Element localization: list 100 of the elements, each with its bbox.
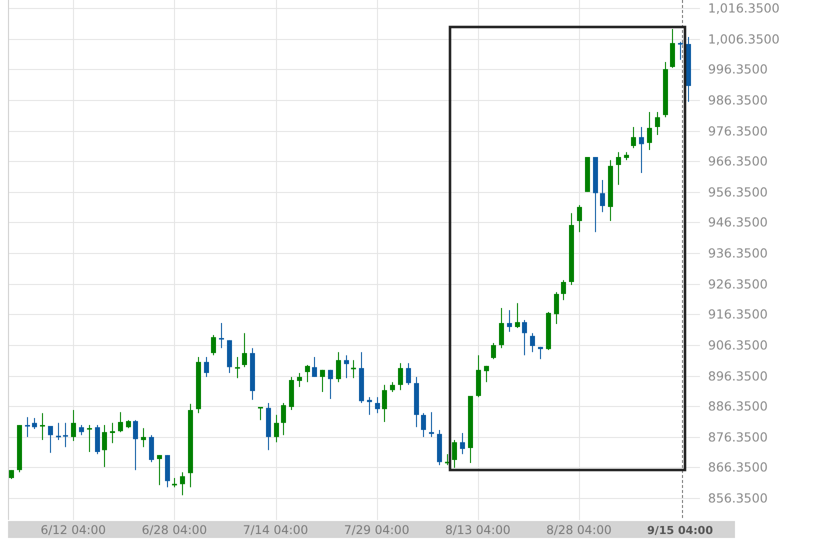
candlestick <box>375 396 380 414</box>
candlestick <box>561 280 566 301</box>
y-axis-label: 916.3500 <box>708 306 768 322</box>
candlestick <box>624 152 629 161</box>
x-axis-label: 7/29 04:00 <box>344 523 410 537</box>
candlestick <box>266 402 271 451</box>
candlestick <box>141 428 146 448</box>
candlestick <box>367 396 372 416</box>
candlestick <box>71 410 76 442</box>
candlestick <box>460 432 465 455</box>
candlestick <box>538 346 543 360</box>
candlestick <box>577 204 582 233</box>
candlestick <box>670 28 675 68</box>
candlestick <box>585 156 590 192</box>
candlestick <box>165 454 170 488</box>
y-axis-label: 886.3500 <box>708 398 768 414</box>
candlestick <box>445 454 450 466</box>
y-axis-label: 966.3500 <box>708 154 768 168</box>
candlestick <box>95 424 100 455</box>
candlestick <box>274 414 279 443</box>
candlestick <box>63 422 68 448</box>
candlestick <box>359 352 364 404</box>
candlestick <box>406 362 411 386</box>
candlestick <box>110 422 115 444</box>
candlestick <box>289 376 294 411</box>
candlestick <box>180 472 185 496</box>
candlestick <box>344 354 349 379</box>
y-axis-label: 996.3500 <box>708 62 768 76</box>
candlestick <box>468 395 473 464</box>
candlestick <box>507 310 512 332</box>
y-axis-label: 1,006.3500 <box>708 32 780 46</box>
y-axis-label: 936.3500 <box>708 246 768 260</box>
x-axis-label: 6/12 04:00 <box>40 523 106 537</box>
candlestick <box>608 160 613 222</box>
y-axis-label: 906.3500 <box>708 338 768 352</box>
candlestick <box>686 36 691 102</box>
y-axis-label: 896.3500 <box>708 368 768 384</box>
candlestick <box>219 322 224 349</box>
candlestick <box>484 365 489 383</box>
candlestick <box>499 308 504 349</box>
candlestick <box>631 126 636 149</box>
candlestick <box>172 478 177 488</box>
candlestick <box>328 369 333 400</box>
candlestick <box>546 312 551 350</box>
candlestick <box>157 454 162 486</box>
candlestick <box>600 180 605 213</box>
candlestick <box>522 319 527 356</box>
y-axis-label: 956.3500 <box>708 184 768 200</box>
candlestick <box>647 112 652 150</box>
candlestick <box>476 354 481 398</box>
candlestick <box>48 425 53 454</box>
y-axis-label: 926.3500 <box>708 276 768 292</box>
candlestick <box>554 292 559 324</box>
candlestick <box>211 334 216 356</box>
y-axis-label: 976.3500 <box>708 124 768 138</box>
candlestick <box>281 402 286 436</box>
candlestick <box>118 412 123 433</box>
candlestick <box>242 332 247 368</box>
candlestick <box>452 440 457 468</box>
y-axis-label: 946.3500 <box>708 214 768 230</box>
candlestick <box>297 372 302 388</box>
candlestick <box>305 364 310 383</box>
candlestick <box>515 302 520 328</box>
candlestick <box>421 412 426 438</box>
candlestick <box>56 422 61 441</box>
candlestick <box>655 112 660 136</box>
x-axis-label: 8/13 04:00 <box>445 523 510 537</box>
y-axis-label: 1,016.3500 <box>708 0 780 16</box>
candlestick <box>126 420 131 429</box>
candlestick <box>102 424 107 468</box>
candlestick <box>25 416 30 438</box>
y-axis-label: 856.3500 <box>708 490 768 506</box>
candlestick <box>320 369 325 392</box>
candlestick <box>639 126 644 174</box>
candlestick <box>79 424 84 436</box>
candlestick <box>17 424 22 473</box>
candlestick <box>87 424 92 452</box>
candlestick <box>530 332 535 353</box>
candlestick <box>235 356 240 379</box>
candlestick <box>227 340 232 374</box>
candlestick <box>390 382 395 392</box>
candlestick <box>616 152 621 186</box>
candlestick <box>9 470 14 480</box>
candlestick <box>437 429 442 466</box>
candlestick <box>312 356 317 378</box>
candlestick <box>250 348 255 400</box>
candlestick <box>398 362 403 391</box>
x-axis-label: 7/14 04:00 <box>242 523 308 537</box>
y-axis-label: 866.3500 <box>708 460 768 474</box>
candlestick <box>663 62 668 118</box>
x-axis-label: 6/28 04:00 <box>142 523 208 537</box>
candlestick <box>133 420 138 471</box>
candlestick <box>32 418 37 430</box>
candlestick <box>382 384 387 422</box>
candlestick <box>204 356 209 378</box>
y-axis-label: 876.3500 <box>708 430 768 444</box>
candlestick <box>491 342 496 360</box>
candlestick <box>40 412 45 441</box>
x-axis-label: 9/15 04:00 <box>647 524 713 537</box>
candlestick <box>351 360 356 379</box>
